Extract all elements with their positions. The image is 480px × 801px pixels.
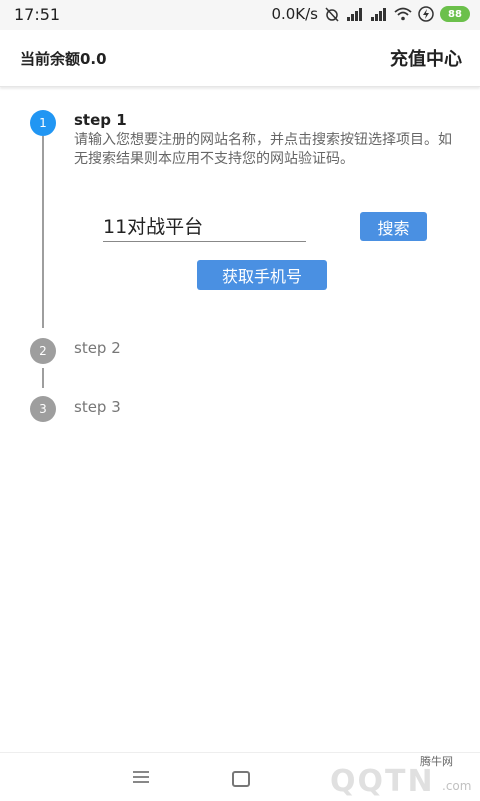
status-bar: 17:51 0.0K/s 88 (0, 0, 480, 30)
status-icons: 0.0K/s 88 (271, 5, 470, 23)
watermark-logo: QQTN (330, 764, 435, 799)
step-2-title: step 2 (74, 339, 121, 357)
home-icon[interactable] (232, 771, 250, 787)
battery-indicator: 88 (440, 6, 470, 22)
alarm-off-icon (325, 7, 339, 22)
menu-icon[interactable] (133, 771, 149, 783)
watermark: 腾牛网 QQTN .com (290, 748, 480, 800)
balance-label: 当前余额0.0 (20, 50, 107, 68)
step-1-indicator: 1 (30, 110, 56, 136)
status-time: 17:51 (14, 5, 61, 24)
app-header: 当前余额0.0 充值中心 (0, 30, 480, 87)
step-2-indicator: 2 (30, 338, 56, 364)
signal-icon (371, 8, 386, 21)
search-button[interactable]: 搜索 (360, 212, 427, 241)
step-connector (42, 136, 44, 328)
watermark-domain: .com (442, 779, 472, 793)
network-speed: 0.0K/s (271, 5, 318, 23)
step-1-description: 请输入您想要注册的网站名称，并点击搜索按钮选择项目。如无搜索结果则本应用不支持您… (74, 132, 452, 167)
get-phone-number-button[interactable]: 获取手机号 (197, 260, 327, 290)
step-3-indicator: 3 (30, 396, 56, 422)
website-search-input[interactable]: 11对战平台 (103, 213, 306, 242)
recharge-center-link[interactable]: 充值中心 (390, 45, 462, 71)
step-connector (42, 368, 44, 388)
signal-icon (347, 8, 362, 21)
step-3-title: step 3 (74, 398, 121, 416)
charging-icon (418, 6, 434, 22)
step-1-title: step 1 (74, 111, 127, 129)
wifi-icon (394, 7, 412, 21)
